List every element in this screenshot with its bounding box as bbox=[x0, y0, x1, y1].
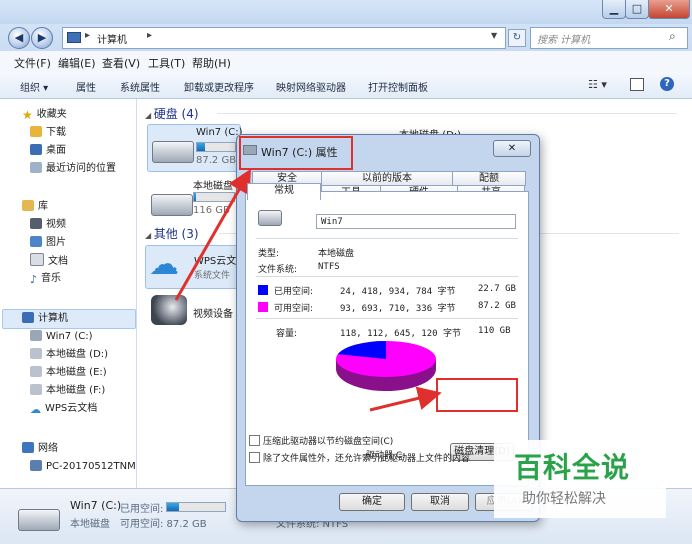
tab-general[interactable]: 常规 bbox=[247, 183, 321, 200]
watermark: 百科全说 助你轻松解决 bbox=[494, 440, 666, 518]
watermark-subtitle: 助你轻松解决 bbox=[522, 491, 606, 507]
annotation-arrow bbox=[174, 168, 251, 301]
annotation-arrow bbox=[369, 386, 442, 412]
watermark-title: 百科全说 bbox=[514, 451, 631, 484]
